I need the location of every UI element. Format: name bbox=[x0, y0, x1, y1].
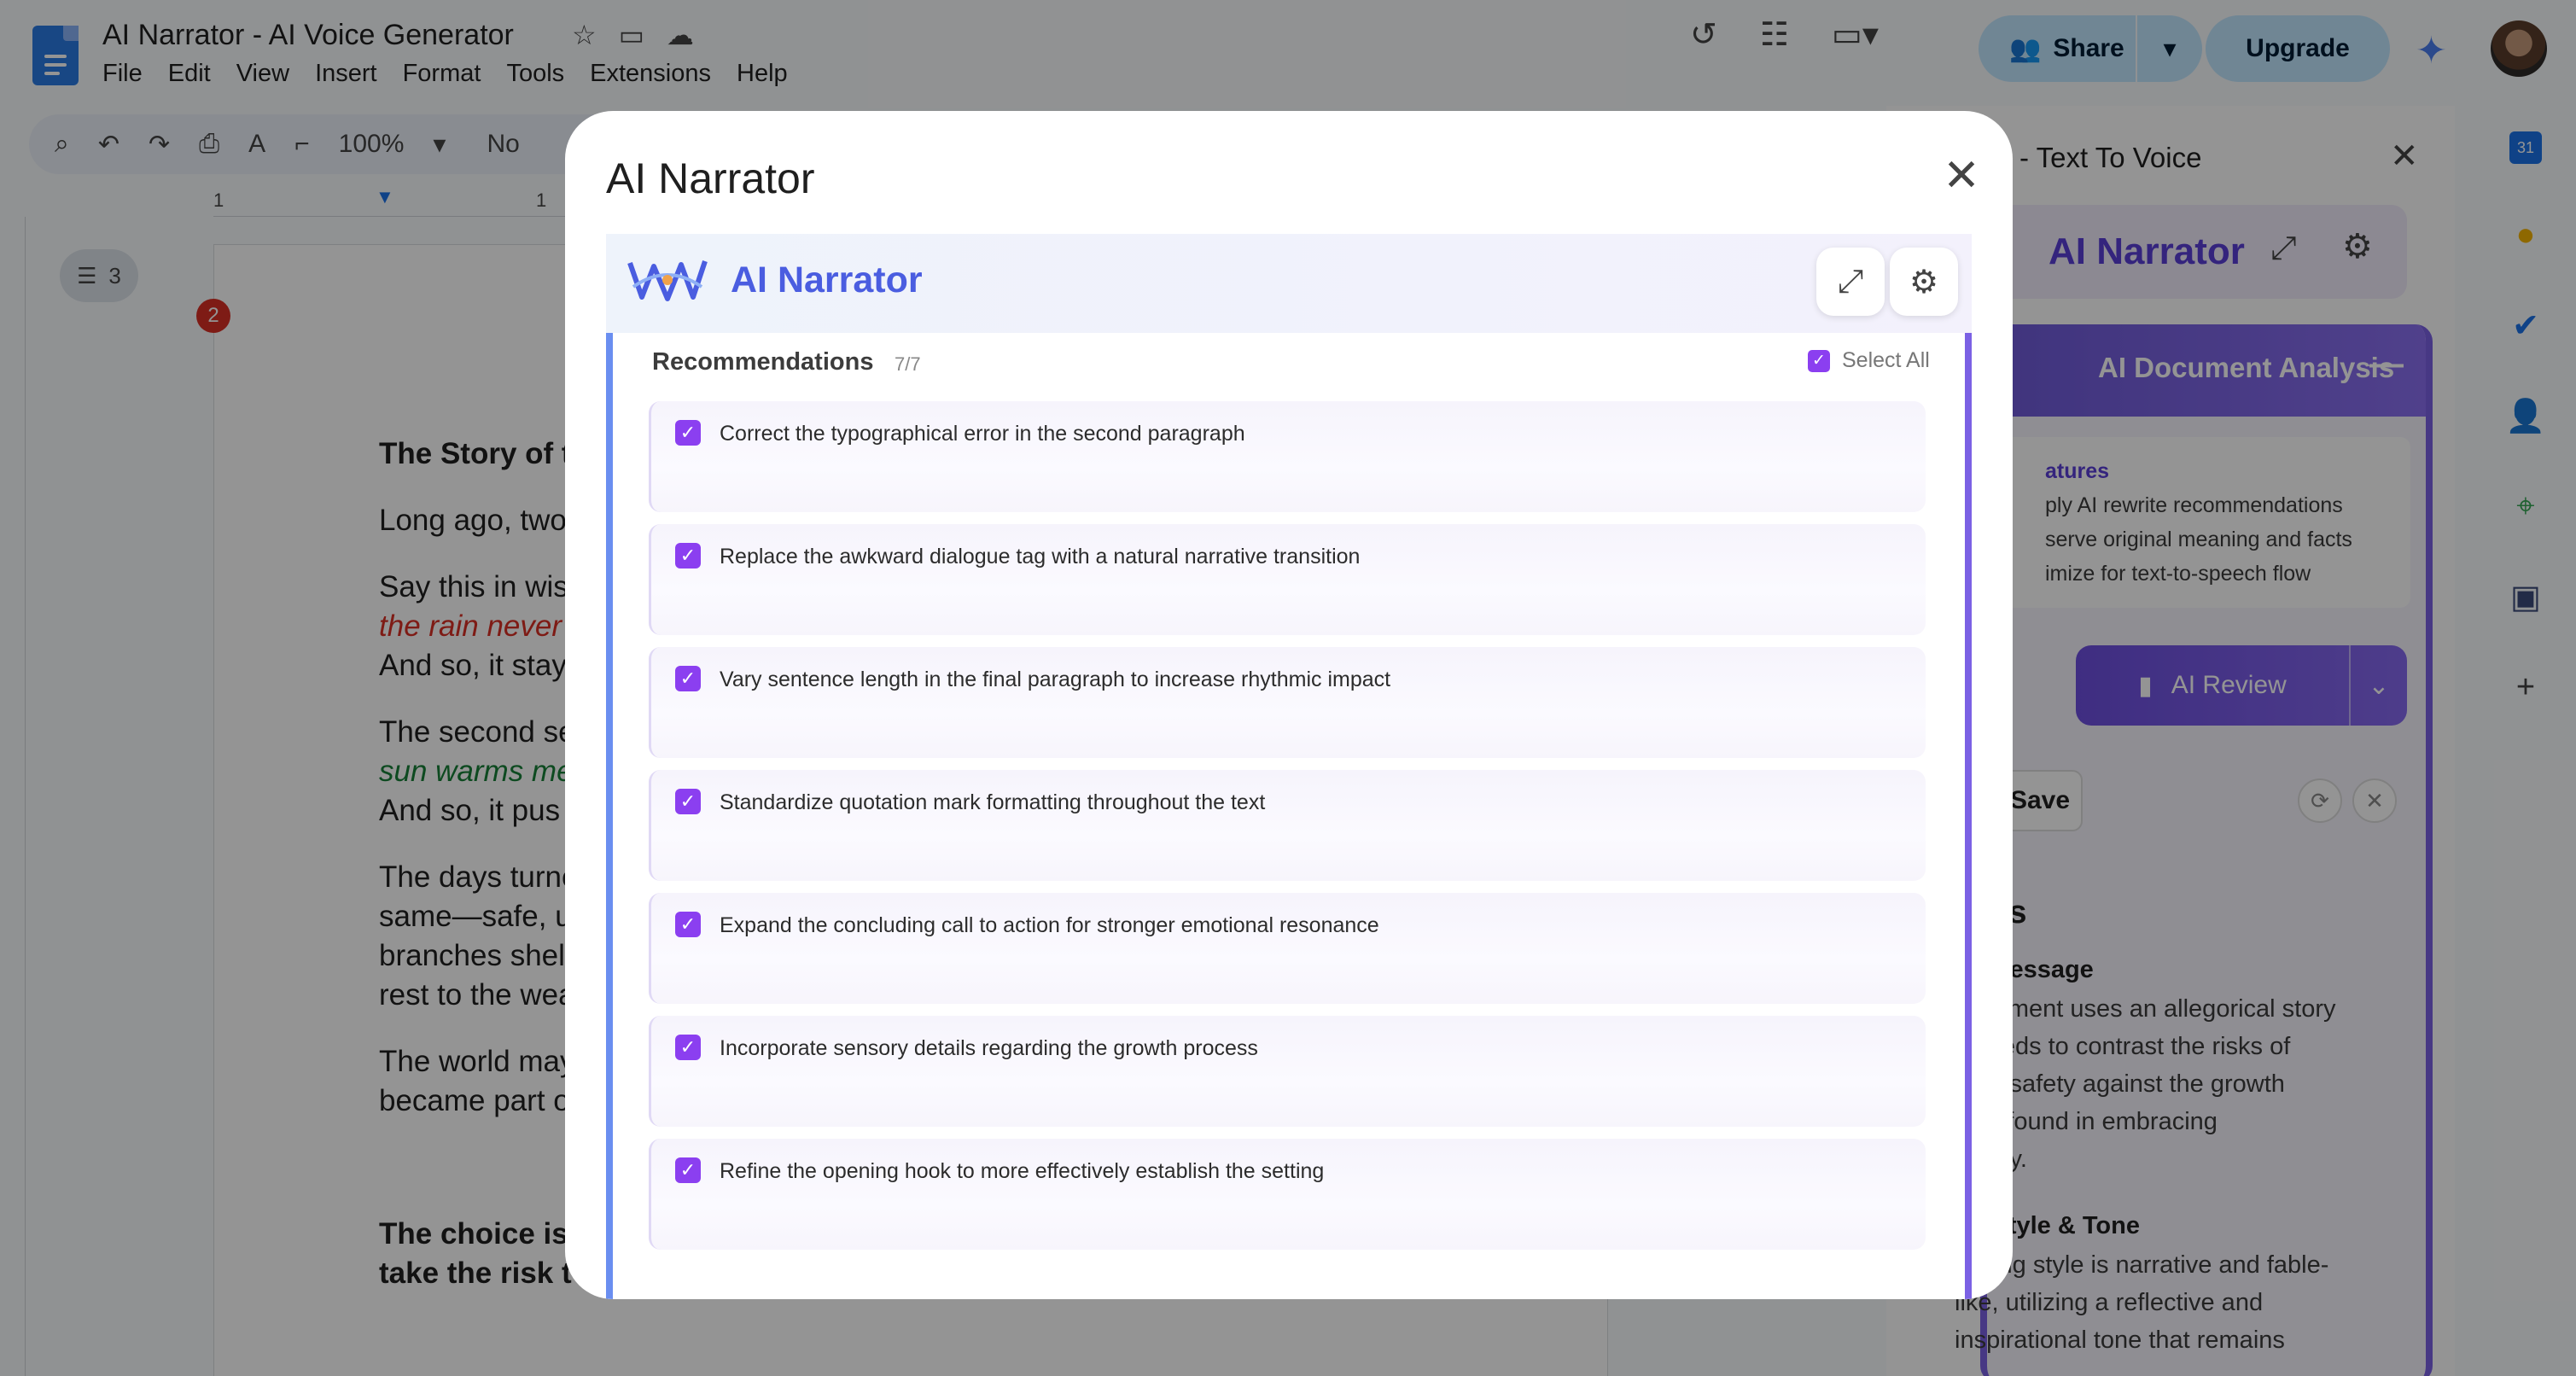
plugin-brand-name: AI Narrator bbox=[731, 259, 923, 300]
list-item[interactable]: ✓ Correct the typographical error in the… bbox=[649, 401, 1926, 512]
list-item[interactable]: ✓ Expand the concluding call to action f… bbox=[649, 893, 1926, 1004]
list-item[interactable]: ✓ Incorporate sensory details regarding … bbox=[649, 1016, 1926, 1127]
recommendation-checkbox[interactable]: ✓ bbox=[675, 666, 701, 691]
dialog-title: AI Narrator bbox=[606, 155, 815, 202]
recommendations-title: Recommendations bbox=[652, 348, 874, 376]
recommendation-checkbox[interactable]: ✓ bbox=[675, 1035, 701, 1060]
recommendations-panel: Recommendations 7/7 ✓ Select All ✓ Corre… bbox=[606, 333, 1972, 1299]
check-icon: ✓ bbox=[1808, 349, 1830, 372]
gear-icon[interactable]: ⚙ bbox=[1890, 248, 1958, 316]
recommendations-list: ✓ Correct the typographical error in the… bbox=[649, 401, 1926, 1262]
list-item[interactable]: ✓ Refine the opening hook to more effect… bbox=[649, 1139, 1926, 1250]
recommendation-checkbox[interactable]: ✓ bbox=[675, 1157, 701, 1183]
list-item[interactable]: ✓ Standardize quotation mark formatting … bbox=[649, 770, 1926, 881]
recommendations-count: 7/7 bbox=[895, 353, 921, 375]
ai-narrator-dialog: AI Narrator ✕ AI Narrator ⤢ ⚙ Recommenda… bbox=[565, 111, 2013, 1299]
recommendation-checkbox[interactable]: ✓ bbox=[675, 420, 701, 446]
plugin-frame: AI Narrator ⤢ ⚙ Recommendations 7/7 ✓ Se… bbox=[606, 234, 1972, 1299]
close-icon[interactable]: ✕ bbox=[1936, 150, 1987, 201]
recommendation-checkbox[interactable]: ✓ bbox=[675, 912, 701, 937]
list-item[interactable]: ✓ Replace the awkward dialogue tag with … bbox=[649, 524, 1926, 635]
recommendation-checkbox[interactable]: ✓ bbox=[675, 543, 701, 568]
select-all-checkbox[interactable]: ✓ Select All bbox=[1808, 348, 1930, 373]
recommendation-checkbox[interactable]: ✓ bbox=[675, 789, 701, 814]
narrator-logo-icon bbox=[627, 260, 708, 301]
expand-icon[interactable]: ⤢ bbox=[1816, 248, 1885, 316]
list-item[interactable]: ✓ Vary sentence length in the final para… bbox=[649, 647, 1926, 758]
select-all-label: Select All bbox=[1842, 348, 1930, 372]
plugin-header: AI Narrator ⤢ ⚙ bbox=[606, 234, 1972, 333]
